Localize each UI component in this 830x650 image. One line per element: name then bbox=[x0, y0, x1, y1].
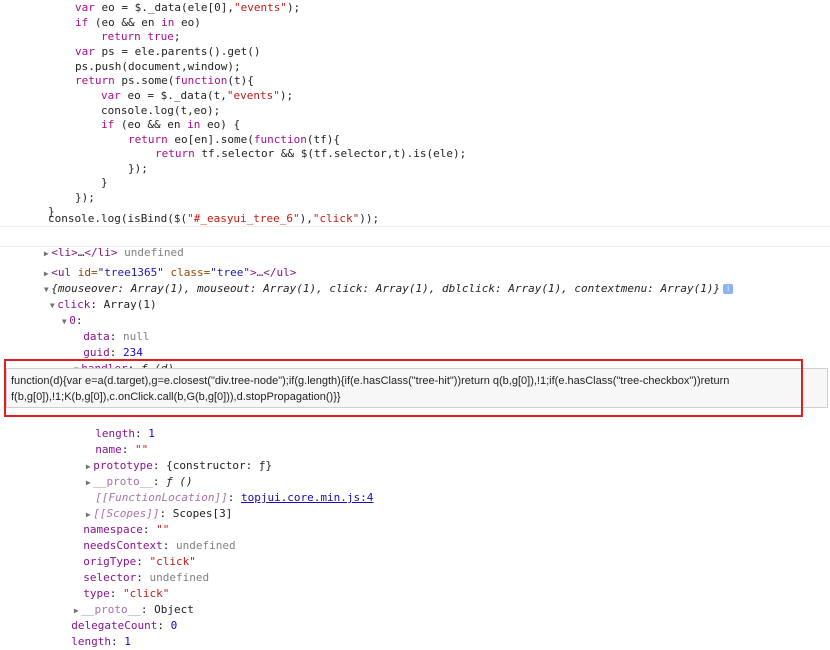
code-line: return tf.selector && $(tf.selector,t).i… bbox=[155, 147, 467, 160]
console-li-row[interactable]: ▶ <li>…</li> undefined bbox=[28, 229, 184, 259]
index-row[interactable]: ▼ 0: bbox=[46, 297, 83, 327]
code-line: } bbox=[101, 176, 108, 189]
code-line-last: console.log(isBind($("#_easyui_tree_6"),… bbox=[48, 212, 380, 225]
scopes-row[interactable]: ▶ [[Scopes]]: Scopes[3] bbox=[70, 490, 233, 520]
code-line: }); bbox=[128, 162, 148, 175]
function-source-tooltip: function(d){var e=a(d.target),g=e.closes… bbox=[6, 368, 828, 408]
tooltip-text: function(d){var e=a(d.target),g=e.closes… bbox=[11, 375, 730, 403]
console-ul-row[interactable]: ▶ <ul id="tree1365" class="tree">…</ul> bbox=[28, 249, 297, 279]
code-line: }); bbox=[75, 191, 95, 204]
orig-type-row: origType: "click" bbox=[83, 555, 196, 568]
length-row: length: 1 bbox=[95, 427, 155, 440]
length2-row: length: 1 bbox=[71, 635, 131, 648]
events-object-row[interactable]: ▼ {mouseover: Array(1), mouseout: Array(1… bbox=[28, 265, 734, 295]
prop-key: length bbox=[71, 635, 111, 648]
code-line: return ps.some(function(t){ bbox=[75, 74, 254, 87]
function-location-row: [[FunctionLocation]]: topjui.core.min.js… bbox=[95, 491, 374, 504]
click-row[interactable]: ▼ click: Array(1) bbox=[34, 281, 157, 311]
separator bbox=[0, 226, 830, 227]
code-line: var eo = $._data(ele[0],"events"); bbox=[75, 1, 301, 14]
code-line: console.log(t,eo); bbox=[101, 104, 221, 117]
code-line: var eo = $._data(t,"events"); bbox=[101, 89, 294, 102]
code-line: if (eo && en in eo) bbox=[75, 16, 201, 29]
function-location-link[interactable]: topjui.core.min.js:4 bbox=[241, 491, 373, 504]
prop-value: Scopes[3] bbox=[172, 507, 233, 520]
prototype-row[interactable]: ▶ prototype: {constructor: ƒ} bbox=[70, 442, 272, 472]
needs-context-row: needsContext: undefined bbox=[83, 539, 236, 552]
guid-row: guid: 234 bbox=[83, 346, 143, 359]
separator bbox=[0, 246, 830, 247]
namespace-row: namespace: "" bbox=[83, 523, 170, 536]
info-icon[interactable]: i bbox=[723, 284, 734, 294]
prop-value: 1 bbox=[124, 635, 131, 648]
type-row: type: "click" bbox=[83, 587, 170, 600]
data-row: data: null bbox=[83, 330, 150, 343]
prop-value: Array(1) bbox=[103, 298, 157, 311]
proto2-row[interactable]: ▶ __proto__: Object bbox=[58, 586, 194, 616]
code-line: if (eo && en in eo) { bbox=[101, 118, 241, 131]
prop-value: 1 bbox=[148, 427, 155, 440]
code-line: var ps = ele.parents().get() bbox=[75, 45, 261, 58]
name-row: name: "" bbox=[95, 443, 149, 456]
collapse-triangle-icon[interactable]: ▼ bbox=[59, 314, 69, 330]
code-line: return eo[en].some(function(tf){ bbox=[128, 133, 340, 146]
selector-row: selector: undefined bbox=[83, 571, 210, 584]
proto-row[interactable]: ▶ __proto__: ƒ () bbox=[70, 458, 193, 488]
delegate-count-row: delegateCount: 0 bbox=[71, 619, 178, 632]
code-line: return true; bbox=[101, 30, 181, 43]
prop-value: 0 bbox=[170, 619, 178, 632]
code-line: ps.push(document,window); bbox=[75, 60, 241, 73]
